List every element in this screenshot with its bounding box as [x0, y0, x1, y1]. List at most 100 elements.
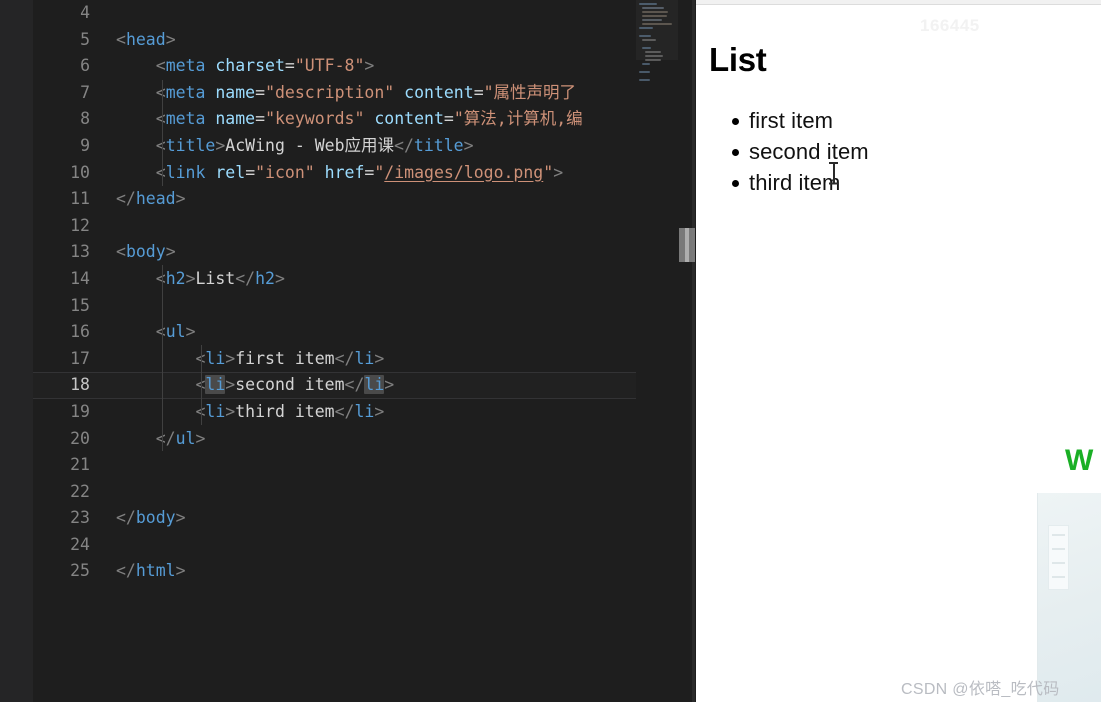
code-line[interactable]: 6 <meta charset="UTF-8">	[33, 53, 636, 80]
minimap-line	[642, 47, 651, 49]
code-token: third item	[235, 401, 335, 421]
code-token: </	[394, 135, 414, 155]
pane-splitter-handle[interactable]	[679, 228, 695, 262]
code-line-text: <head>	[116, 27, 176, 54]
code-token: h2	[255, 268, 275, 288]
code-line[interactable]: 25 </html>	[33, 558, 636, 585]
code-line[interactable]: 4	[33, 0, 636, 27]
code-line[interactable]: 15	[33, 293, 636, 320]
minimap-line	[642, 63, 650, 65]
code-token: ul	[165, 322, 186, 342]
editor-minimap[interactable]	[636, 0, 678, 702]
line-number: 14	[70, 268, 90, 288]
line-number: 9	[80, 135, 90, 155]
code-token: "属性声明了	[483, 82, 577, 102]
line-number: 25	[70, 561, 90, 581]
minimap-line	[639, 27, 653, 29]
code-token: meta	[165, 56, 206, 76]
indent-guide	[201, 345, 202, 425]
code-token: >	[374, 401, 385, 421]
code-line[interactable]: 14 <h2>List</h2>	[33, 266, 636, 293]
code-token: =	[255, 109, 266, 129]
line-number: 12	[70, 215, 90, 235]
code-token: >	[175, 508, 186, 528]
code-line[interactable]: 12	[33, 213, 636, 240]
code-token: >	[185, 322, 196, 342]
code-token: >	[374, 348, 385, 368]
code-token: name	[215, 109, 256, 129]
code-line[interactable]: 7 <meta name="description" content="属性声明…	[33, 80, 636, 107]
code-token: "description"	[265, 82, 395, 102]
indent-guide	[162, 265, 163, 451]
line-number: 21	[70, 455, 90, 475]
code-token: >	[175, 561, 186, 581]
code-line[interactable]: 19 <li>third item</li>	[33, 399, 636, 426]
code-line[interactable]: 16 <ul>	[33, 319, 636, 346]
line-number: 23	[70, 508, 90, 528]
code-token: >	[175, 189, 186, 209]
code-line[interactable]: 10 <link rel="icon" href="/images/logo.p…	[33, 160, 636, 187]
code-token: first item	[235, 348, 335, 368]
code-token: </	[334, 401, 355, 421]
code-token: >	[553, 162, 564, 182]
code-lines-container[interactable]: 4 5 <head> 6 <meta charset="UTF-8"> 7 <meta …	[33, 0, 636, 585]
code-token: charset	[215, 56, 285, 76]
line-number: 11	[70, 189, 90, 209]
code-token: <	[155, 109, 166, 129]
minimap-line	[645, 59, 661, 61]
code-line[interactable]: 5 <head>	[33, 27, 636, 54]
code-token: li	[205, 375, 226, 395]
code-line-text: <li>third item</li>	[116, 399, 384, 426]
code-line[interactable]: 11 </head>	[33, 186, 636, 213]
code-token: title	[413, 135, 464, 155]
code-token: <	[116, 29, 126, 49]
editor-left-strip	[0, 0, 33, 702]
code-line[interactable]: 22	[33, 479, 636, 506]
code-token: meta	[165, 82, 206, 102]
code-line[interactable]: 13 <body>	[33, 239, 636, 266]
editor-vertical-scrollbar[interactable]	[678, 0, 692, 702]
minimap-line	[639, 71, 650, 73]
code-line-text: <ul>	[116, 319, 196, 346]
code-line[interactable]: 17 <li>first item</li>	[33, 346, 636, 373]
line-number: 15	[70, 295, 90, 315]
code-token: =	[364, 162, 375, 182]
code-line-text: <meta name="description" content="属性声明了	[116, 80, 576, 107]
code-token: /images/logo.png	[384, 162, 544, 182]
line-number: 13	[70, 242, 90, 262]
code-token: "算法,计算机,编	[453, 109, 583, 129]
code-line[interactable]: 21	[33, 452, 636, 479]
code-token: =	[245, 162, 256, 182]
code-line[interactable]: 20 </ul>	[33, 426, 636, 453]
minimap-line	[642, 23, 672, 25]
code-line[interactable]: 9 <title>AcWing - Web应用课</title>	[33, 133, 636, 160]
code-token: "UTF-8"	[294, 56, 365, 76]
pane-splitter[interactable]	[692, 0, 695, 702]
page-list: first item second item third item	[696, 105, 869, 198]
code-line[interactable]: 8 <meta name="keywords" content="算法,计算机,…	[33, 106, 636, 133]
minimap-line	[642, 19, 662, 21]
minimap-line	[645, 51, 661, 53]
code-token: li	[354, 348, 375, 368]
minimap-line	[642, 39, 656, 41]
code-line-text: </head>	[116, 186, 186, 213]
wechat-badge-icon[interactable]: W	[1065, 444, 1093, 478]
line-number: 18	[70, 375, 90, 395]
code-surface[interactable]: 4 5 <head> 6 <meta charset="UTF-8"> 7 <meta …	[33, 0, 636, 702]
code-token: >	[195, 428, 206, 448]
screenshot-root: 4 5 <head> 6 <meta charset="UTF-8"> 7 <meta …	[0, 0, 1101, 702]
code-token: h2	[165, 268, 186, 288]
code-line[interactable]: 23 </body>	[33, 505, 636, 532]
code-line[interactable]: 24	[33, 532, 636, 559]
list-item: second item	[732, 136, 869, 167]
code-line-active[interactable]: 18 <li>second item</li>	[33, 372, 636, 399]
code-token: <	[155, 268, 166, 288]
code-token: >	[225, 348, 236, 368]
line-number: 10	[70, 162, 90, 182]
